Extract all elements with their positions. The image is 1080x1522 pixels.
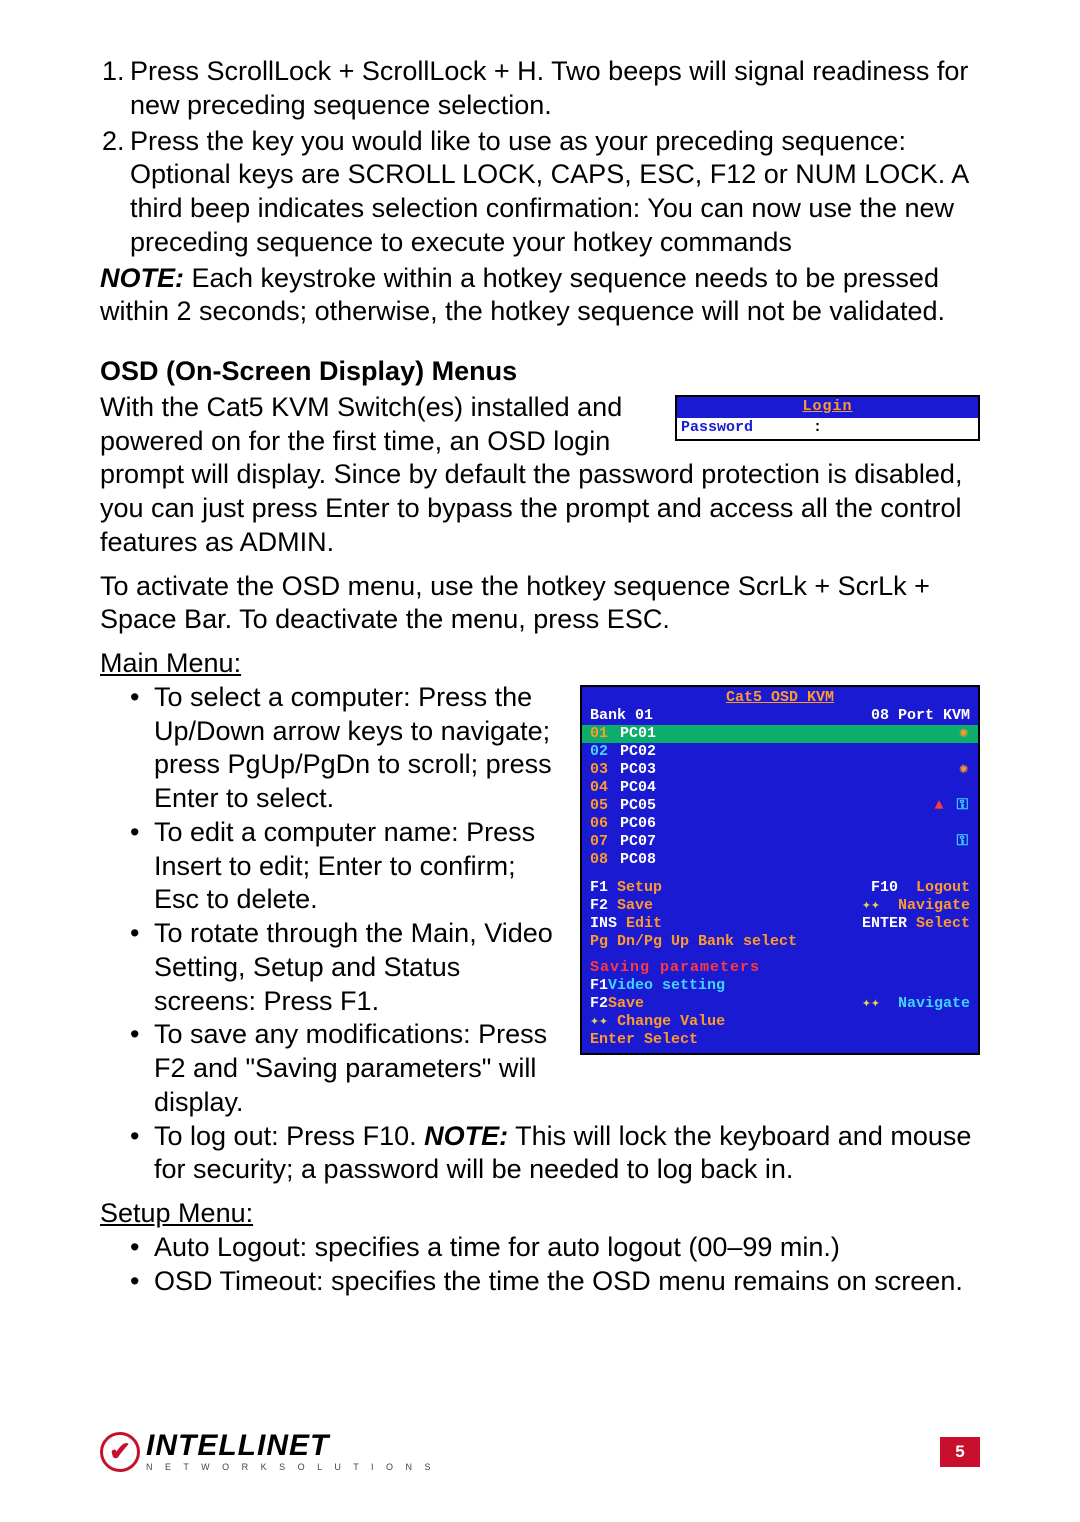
- bullet-save-mods: To save any modifications: Press F2 and …: [130, 1018, 980, 1119]
- bullet-auto-logout: Auto Logout: specifies a time for auto l…: [130, 1231, 980, 1265]
- bullet-edit-name: To edit a computer name: Press Insert to…: [130, 816, 980, 917]
- osd-login-password-row: Password :: [677, 418, 978, 440]
- intellinet-logo: ✔ INTELLINET N E T W O R K S O L U T I O…: [100, 1431, 436, 1472]
- numbered-steps: 1.Press ScrollLock + ScrollLock + H. Two…: [130, 55, 980, 260]
- page-number: 5: [940, 1437, 980, 1467]
- para-osd-activate: To activate the OSD menu, use the hotkey…: [100, 570, 980, 638]
- bullet-logout: To log out: Press F10. NOTE: This will l…: [130, 1120, 980, 1188]
- logo-brand-text: INTELLINET: [146, 1431, 436, 1461]
- logo-checkmark-icon: ✔: [100, 1432, 140, 1472]
- step-1: 1.Press ScrollLock + ScrollLock + H. Two…: [130, 55, 980, 123]
- page-footer: ✔ INTELLINET N E T W O R K S O L U T I O…: [100, 1431, 980, 1472]
- bullet-osd-timeout: OSD Timeout: specifies the time the OSD …: [130, 1265, 980, 1299]
- logo-tagline: N E T W O R K S O L U T I O N S: [146, 1463, 436, 1472]
- osd-login-title: Login: [677, 397, 978, 418]
- note-hotkey-timing: NOTE: Each keystroke within a hotkey seq…: [100, 262, 980, 330]
- setup-menu-label: Setup Menu:: [100, 1197, 980, 1231]
- osd-login-screenshot: Login Password :: [675, 395, 980, 442]
- main-menu-bullets: To select a computer: Press the Up/Down …: [130, 681, 980, 1187]
- setup-menu-bullets: Auto Logout: specifies a time for auto l…: [130, 1231, 980, 1299]
- bullet-select-computer: To select a computer: Press the Up/Down …: [130, 681, 980, 816]
- main-menu-label: Main Menu:: [100, 647, 980, 681]
- heading-osd-menus: OSD (On-Screen Display) Menus: [100, 355, 980, 389]
- bullet-rotate-screens: To rotate through the Main, Video Settin…: [130, 917, 980, 1018]
- step-2: 2.Press the key you would like to use as…: [130, 125, 980, 260]
